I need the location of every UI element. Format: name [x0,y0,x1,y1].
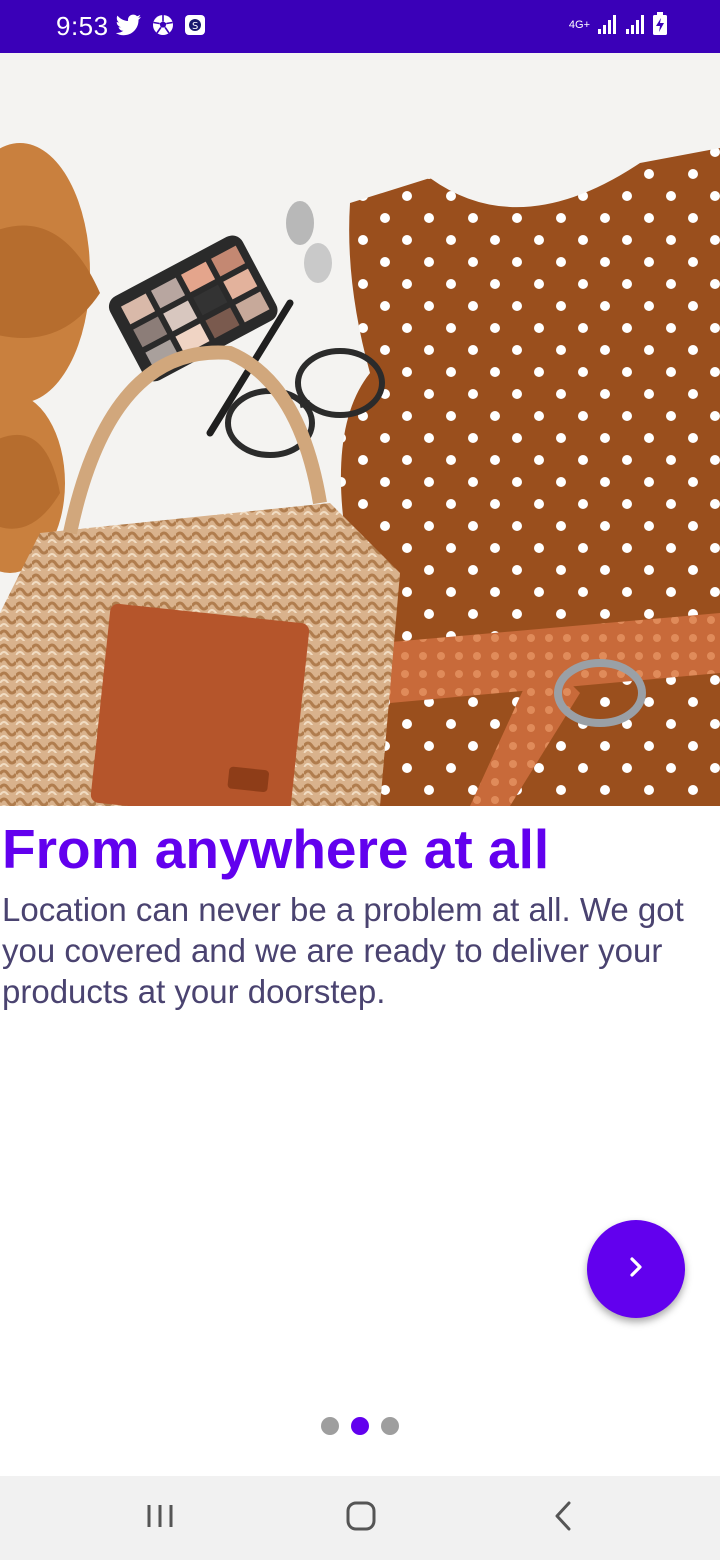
app-notification-icon: S [184,14,206,41]
navigation-bar [0,1476,720,1560]
recent-apps-icon [145,1502,175,1535]
recent-apps-button[interactable] [130,1494,190,1542]
signal-icon [624,14,646,41]
twitter-icon [115,14,142,41]
onboarding-description: Location can never be a problem at all. … [2,891,684,1010]
home-icon [345,1500,377,1537]
soccer-ball-icon [152,14,174,41]
page-dot-active[interactable] [351,1417,369,1435]
signal-icon [596,14,618,41]
chevron-right-icon [623,1254,649,1285]
battery-charging-icon [652,12,668,41]
status-time: 9:53 [56,11,109,41]
page-dot[interactable] [321,1417,339,1435]
back-button[interactable] [533,1494,593,1542]
network-type-label: 4G+ [568,19,590,31]
status-bar: 9:53 S 4G+ [0,0,720,53]
page-indicator [0,1417,720,1435]
onboarding-title: From anywhere at all [2,818,550,880]
notification-icons: S [115,14,206,41]
back-icon [551,1500,575,1537]
home-button[interactable] [331,1494,391,1542]
system-icons: 4G+ [569,12,668,41]
svg-text:S: S [192,21,198,32]
page-dot[interactable] [381,1417,399,1435]
next-button[interactable] [587,1220,685,1318]
hero-image [0,53,720,806]
